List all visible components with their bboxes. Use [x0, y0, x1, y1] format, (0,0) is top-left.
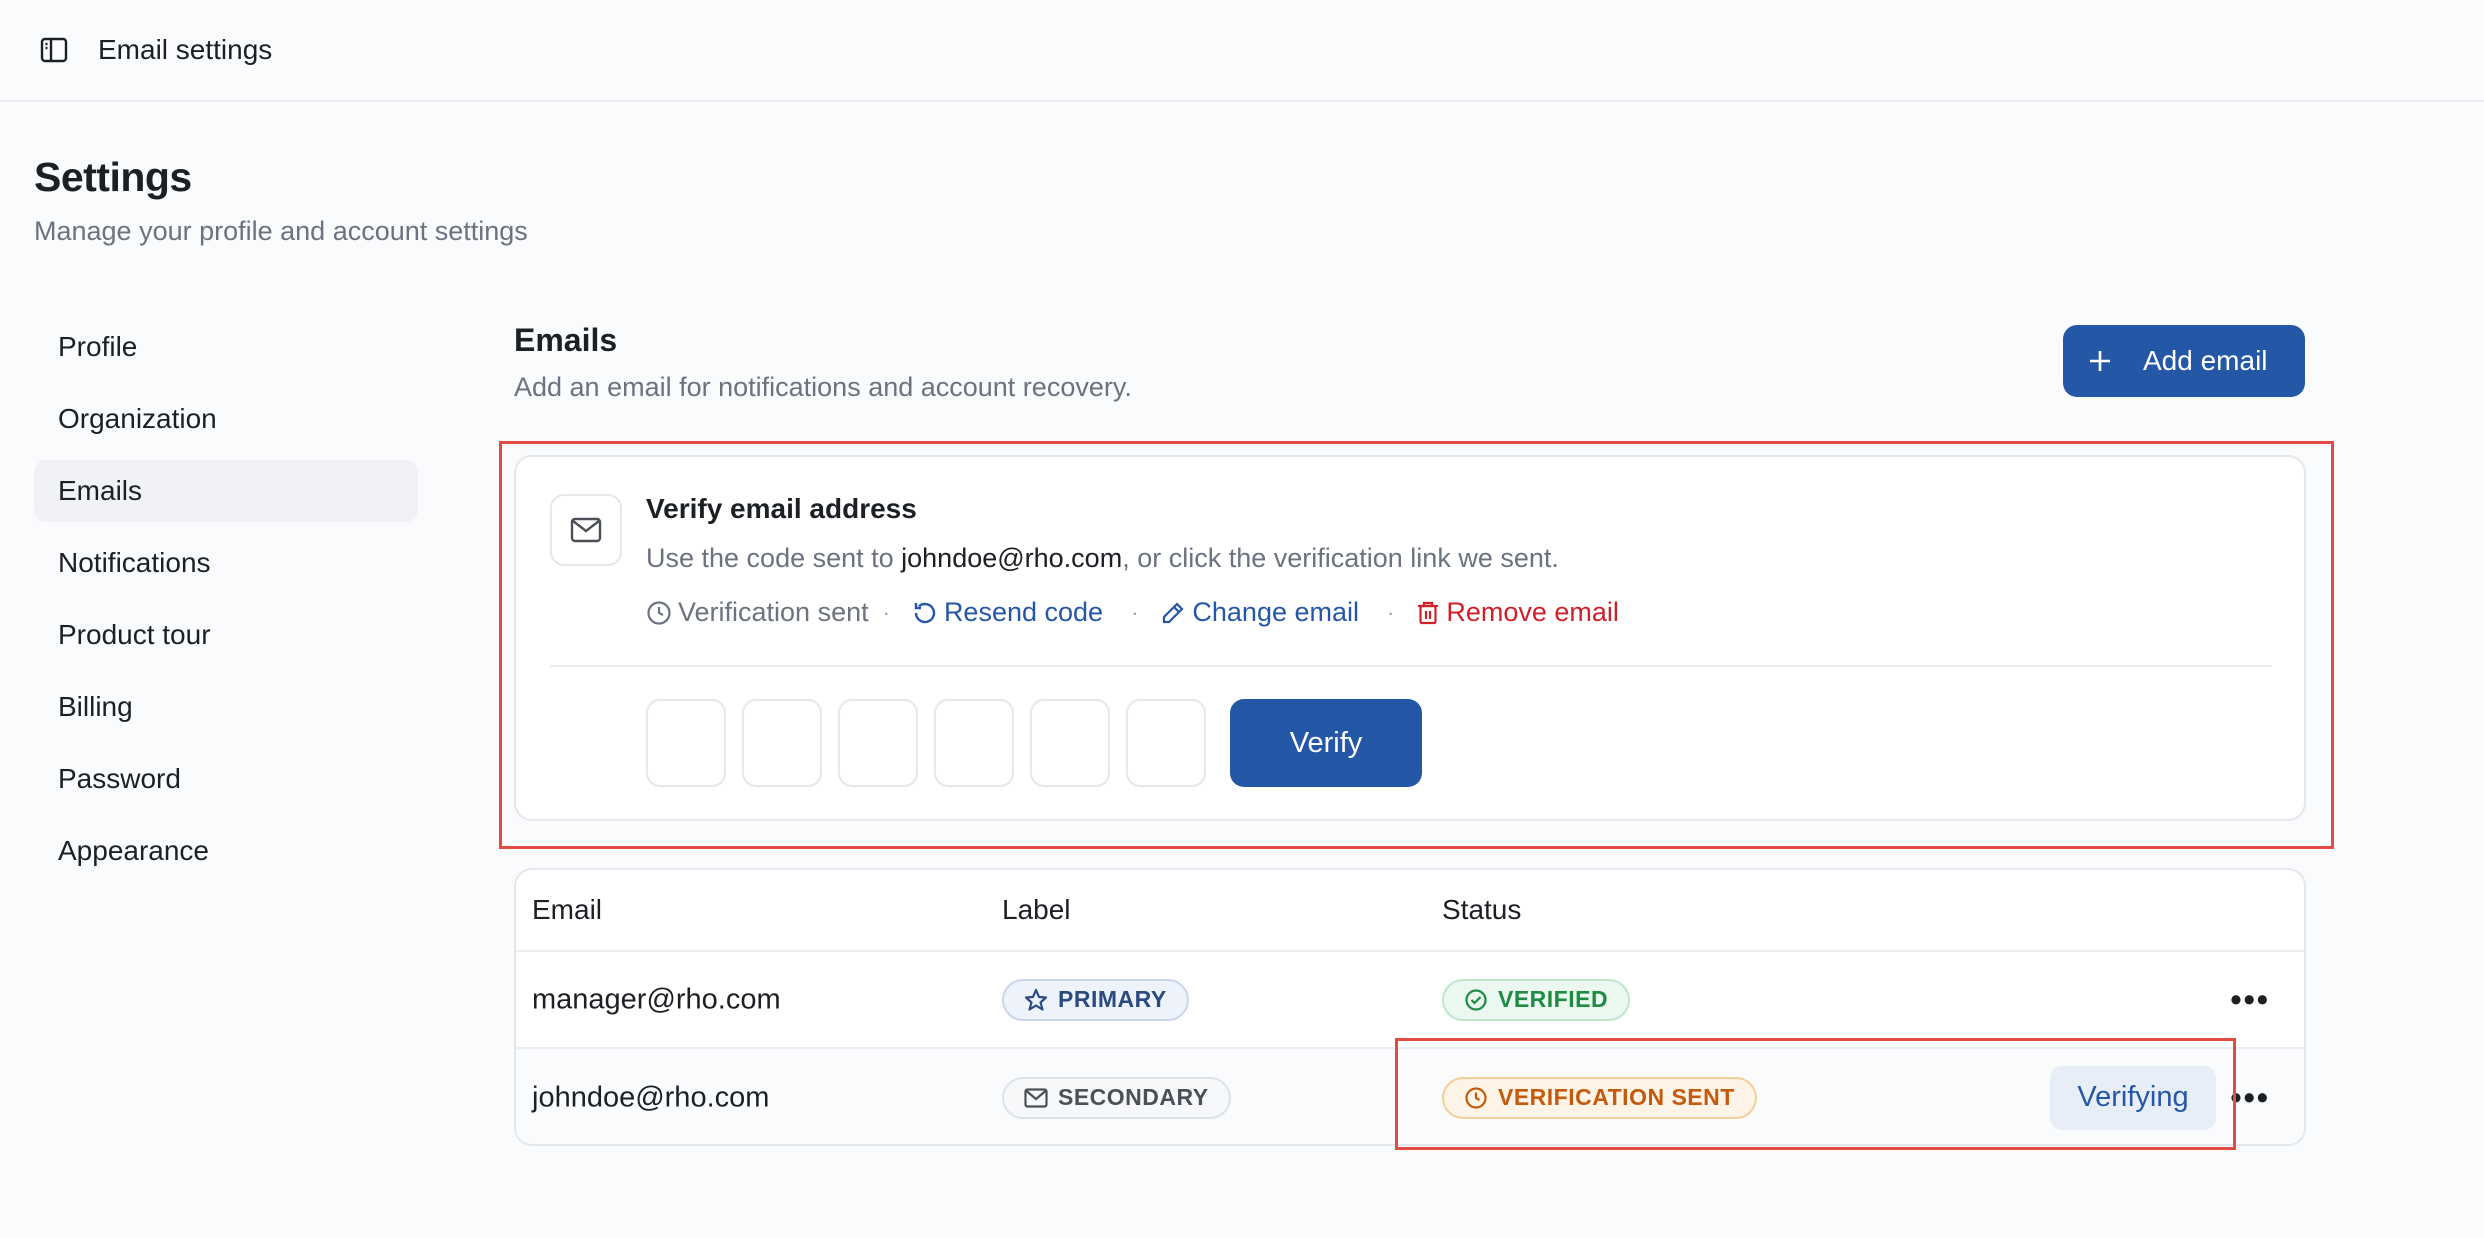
section-subtitle: Add an email for notifications and accou… — [514, 372, 1132, 402]
verify-email-card: Verify email address Use the code sent t… — [514, 455, 2306, 821]
status-badge-text: VERIFICATION SENT — [1498, 1084, 1735, 1110]
more-options-icon[interactable]: ••• — [2230, 1079, 2270, 1116]
verify-desc-email: johndoe@rho.com — [901, 543, 1123, 573]
emails-table: Email Label Status manager@rho.com PRIMA… — [514, 868, 2306, 1146]
sidebar-toggle-icon[interactable] — [38, 34, 70, 66]
code-digit-input[interactable] — [646, 699, 726, 787]
remove-email-link[interactable]: Remove email — [1416, 597, 1619, 628]
email-address: manager@rho.com — [532, 983, 781, 1015]
mail-icon — [1024, 1087, 1048, 1108]
check-circle-icon — [1465, 988, 1487, 1011]
remove-email-label: Remove email — [1446, 597, 1619, 627]
trash-icon — [1418, 601, 1439, 624]
verify-description: Use the code sent to johndoe@rho.com, or… — [646, 543, 1559, 574]
resend-code-label: Resend code — [943, 597, 1104, 627]
pencil-icon — [1163, 601, 1184, 623]
refresh-icon — [914, 602, 936, 623]
verify-title: Verify email address — [646, 493, 917, 524]
status-badge-text: VERIFIED — [1498, 986, 1609, 1012]
verifying-button[interactable]: Verifying — [2050, 1065, 2216, 1130]
label-badge-text: SECONDARY — [1058, 1084, 1209, 1110]
star-icon — [1024, 988, 1048, 1011]
code-digit-input[interactable] — [742, 699, 822, 787]
add-email-button[interactable]: Add email — [2063, 325, 2305, 397]
more-options-icon[interactable]: ••• — [2230, 981, 2270, 1018]
status-badge-verification-sent: VERIFICATION SENT — [1442, 1076, 1757, 1119]
table-header: Email Label Status — [516, 870, 2304, 952]
change-email-link[interactable]: Change email — [1160, 597, 1359, 628]
column-header-email: Email — [532, 894, 603, 925]
separator-dot: · — [1387, 599, 1395, 625]
sidebar-item-password[interactable]: Password — [34, 748, 418, 810]
code-digit-input[interactable] — [1126, 699, 1206, 787]
email-address: johndoe@rho.com — [532, 1081, 770, 1113]
page-title: Settings — [34, 154, 192, 200]
verify-button[interactable]: Verify — [1230, 699, 1422, 787]
column-header-label: Label — [1002, 894, 1071, 925]
sidebar-item-organization[interactable]: Organization — [34, 388, 418, 450]
verify-desc-prefix: Use the code sent to — [646, 543, 902, 573]
divider — [550, 665, 2272, 667]
verification-sent-label: Verification sent — [678, 597, 869, 627]
sidebar-item-product-tour[interactable]: Product tour — [34, 604, 418, 666]
sidebar-item-appearance[interactable]: Appearance — [34, 820, 418, 882]
table-row: johndoe@rho.com SECONDARY VERIFICATION S… — [516, 1049, 2304, 1144]
add-email-label: Add email — [2143, 345, 2268, 376]
top-bar: Email settings — [0, 0, 2484, 102]
verify-desc-suffix: , or click the verification link we sent… — [1122, 543, 1559, 573]
topbar-title: Email settings — [98, 34, 273, 65]
clock-icon — [1465, 1086, 1487, 1109]
code-digit-input[interactable] — [934, 699, 1014, 787]
clock-icon — [647, 600, 671, 625]
change-email-label: Change email — [1192, 597, 1359, 627]
code-digit-input[interactable] — [838, 699, 918, 787]
sidebar-item-billing[interactable]: Billing — [34, 676, 418, 738]
separator-dot: · — [882, 599, 890, 625]
verification-code-inputs: Verify — [646, 699, 1422, 787]
resend-code-link[interactable]: Resend code — [912, 597, 1103, 628]
label-badge-text: PRIMARY — [1058, 986, 1167, 1012]
column-header-status: Status — [1442, 894, 1522, 925]
verification-sent-status: Verification sent — [646, 597, 869, 628]
status-badge-verified: VERIFIED — [1442, 978, 1631, 1021]
label-badge-secondary: SECONDARY — [1002, 1076, 1231, 1119]
mail-icon — [550, 494, 622, 566]
label-badge-primary: PRIMARY — [1002, 978, 1189, 1021]
sidebar-item-profile[interactable]: Profile — [34, 316, 418, 378]
page-subtitle: Manage your profile and account settings — [34, 216, 528, 246]
section-title: Emails — [514, 322, 618, 358]
settings-sidebar: Profile Organization Emails Notification… — [34, 316, 418, 892]
verify-actions: Verification sent · Resend code · Change… — [646, 597, 1619, 628]
code-digit-input[interactable] — [1030, 699, 1110, 787]
plus-icon — [2090, 351, 2110, 371]
sidebar-item-notifications[interactable]: Notifications — [34, 532, 418, 594]
sidebar-item-emails[interactable]: Emails — [34, 460, 418, 522]
table-row: manager@rho.com PRIMARY VERIFIED ••• — [516, 952, 2304, 1049]
separator-dot: · — [1131, 599, 1139, 625]
